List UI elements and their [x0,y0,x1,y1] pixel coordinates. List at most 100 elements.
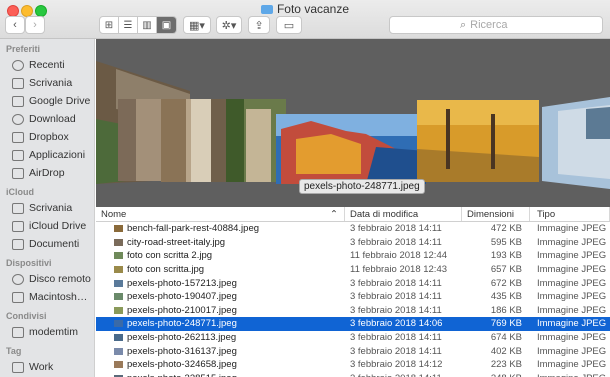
column-header-date[interactable]: Data di modifica [345,207,462,221]
sidebar-item[interactable]: Google Drive [0,92,94,110]
table-row[interactable]: pexels-photo-157213.jpeg 3 febbraio 2018 … [96,276,610,290]
sidebar-section-title: Dispositivi [6,258,52,268]
table-row[interactable]: pexels-photo-316137.jpeg 3 febbraio 2018 … [96,344,610,358]
column-header-size[interactable]: Dimensioni [462,207,530,221]
file-date-cell: 3 febbraio 2018 14:11 [350,223,442,235]
table-row[interactable]: pexels-photo-248771.jpeg 3 febbraio 2018 … [96,317,610,331]
back-button[interactable]: ‹ [5,16,25,34]
table-row[interactable]: pexels-photo-262113.jpeg 3 febbraio 2018 … [96,331,610,345]
recents-icon [12,59,24,71]
sidebar: Preferiti Recenti Scrivania Google Drive Dow… [0,39,95,377]
file-name: city-road-street-italy.jpg [127,236,226,248]
file-kind-cell: Immagine JPEG [537,277,607,289]
file-name: pexels-photo-324658.jpeg [127,359,237,371]
cover-italian-street[interactable] [161,99,236,182]
table-row[interactable]: pexels-photo-190407.jpeg 3 febbraio 2018 … [96,290,610,304]
search-field[interactable]: ⌕ Ricerca [389,16,603,34]
cover-cinque-terre-selected[interactable] [276,114,426,184]
sidebar-item[interactable]: Scrivania [0,199,94,217]
file-kind-cell: Immagine JPEG [537,304,607,316]
sidebar-item[interactable]: Recenti [0,56,94,74]
table-row[interactable]: pexels-photo-324658.jpeg 3 febbraio 2018 … [96,358,610,372]
sidebar-item[interactable]: Download [0,110,94,128]
tag-icon: ▭ [283,19,295,32]
image-file-icon [114,347,123,355]
sidebar-item[interactable]: Dropbox [0,128,94,146]
sidebar-item[interactable]: Macintosh… [0,288,94,306]
table-row[interactable]: foto con scritta.jpg 11 febbraio 2018 12:… [96,263,610,277]
sidebar-item-label: AirDrop [29,167,65,179]
file-date-cell: 11 febbraio 2018 12:44 [350,250,448,262]
file-name: pexels-photo-190407.jpeg [127,291,237,303]
search-placeholder: Ricerca [470,19,508,31]
file-size-cell: 402 KB [490,345,522,357]
airdrop-icon [12,167,24,179]
table-row[interactable]: bench-fall-park-rest-40884.jpeg 3 febbrai… [96,222,610,236]
sidebar-item-label: Macintosh… [29,291,88,303]
file-kind-cell: Immagine JPEG [537,250,607,262]
file-name: pexels-photo-157213.jpeg [127,277,237,289]
table-row[interactable]: foto con scritta 2.jpg 11 febbraio 2018 1… [96,249,610,263]
coverflow-view-button[interactable]: ▣ [157,17,176,33]
file-kind-cell: Immagine JPEG [537,359,607,371]
cover-autumn-trees[interactable] [417,100,539,182]
icon-view-button[interactable]: ⊞ [100,17,119,33]
file-rows: bench-fall-park-rest-40884.jpeg 3 febbrai… [96,222,610,377]
file-size-cell: 193 KB [490,250,522,262]
sidebar-section-title: Condivisi [6,311,47,321]
action-button[interactable]: ✲▾ [216,16,242,34]
sidebar-item[interactable]: Scrivania [0,74,94,92]
folder-icon [12,131,24,143]
tags-button[interactable]: ▭ [276,16,302,34]
file-kind-cell: Immagine JPEG [537,291,607,303]
column-header-name-label: Nome [101,208,127,220]
sidebar-item[interactable]: Documenti [0,235,94,253]
file-name-cell: pexels-photo-338515.jpeg [96,372,345,377]
image-file-icon [114,279,123,287]
sidebar-item[interactable]: Disco remoto [0,270,94,288]
share-button[interactable]: ⇪ [248,16,270,34]
column-view-button[interactable]: ▥ [138,17,157,33]
coverflow-viewer: pexels-photo-248771.jpeg [96,39,610,207]
cover-blue-building[interactable] [542,97,610,189]
file-name-cell: pexels-photo-316137.jpeg [96,344,345,358]
file-name-cell: foto con scritta 2.jpg [96,249,345,263]
group-button[interactable]: ▦▾ [183,16,211,34]
image-file-icon [114,252,123,260]
share-icon: ⇪ [254,19,264,32]
sidebar-item[interactable]: iCloud Drive [0,217,94,235]
table-row[interactable]: city-road-street-italy.jpg 3 febbraio 201… [96,236,610,250]
window-title: Foto vacanze [0,2,610,16]
document-icon [12,238,24,250]
file-kind-cell: Immagine JPEG [530,372,610,377]
forward-button[interactable]: › [25,16,45,34]
coverflow-caption: pexels-photo-248771.jpeg [299,179,425,194]
cover-city-road[interactable] [118,99,166,181]
sidebar-item-label: Scrivania [29,202,73,214]
sidebar-item[interactable]: Work [0,358,94,376]
file-size-cell: 348 KB [462,372,530,377]
table-row[interactable]: pexels-photo-338515.jpeg 3 febbraio 2018 … [96,372,610,377]
folder-icon [260,5,273,14]
file-date-cell: 3 febbraio 2018 14:11 [350,304,442,316]
file-name: pexels-photo-210017.jpeg [127,304,237,316]
column-header-name[interactable]: Nome ⌃ [96,207,345,221]
file-size-cell: 223 KB [490,359,522,371]
image-file-icon [114,306,123,314]
sidebar-item-label: Google Drive [29,95,91,107]
table-row[interactable]: pexels-photo-210017.jpeg 3 febbraio 2018 … [96,304,610,318]
columns-icon: ▥ [142,19,152,31]
file-name-cell: city-road-street-italy.jpg [96,236,345,250]
sidebar-item-label: modemtim [29,326,79,338]
sidebar-item-label: Work [29,361,54,373]
image-file-icon [114,320,123,328]
list-view-button[interactable]: ☰ [119,17,138,33]
column-header-kind[interactable]: Tipo [530,207,610,221]
hard-drive-icon [12,291,24,303]
sidebar-item[interactable]: AirDrop [0,164,94,182]
sidebar-item[interactable]: Applicazioni [0,146,94,164]
search-icon: ⌕ [460,18,467,31]
sidebar-item[interactable]: modemtim [0,323,94,341]
file-date-cell: 11 febbraio 2018 12:43 [350,264,448,276]
applications-icon [12,149,24,161]
